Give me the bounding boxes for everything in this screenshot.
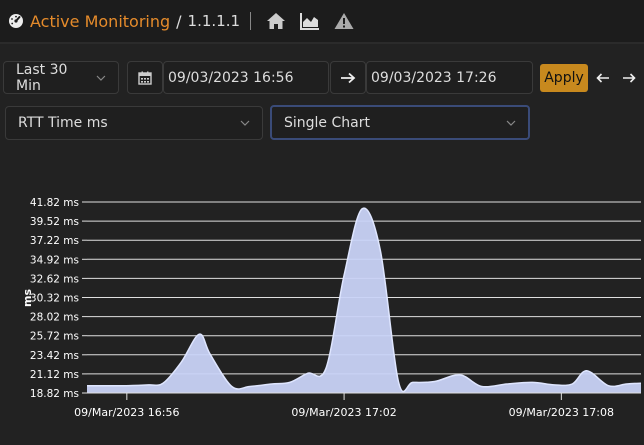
- chart-mode-select[interactable]: Single Chart: [270, 105, 530, 140]
- calendar-icon: [138, 71, 152, 85]
- home-icon[interactable]: [265, 10, 287, 32]
- arrow-right-icon: [341, 72, 356, 83]
- breadcrumb-separator: /: [176, 11, 182, 31]
- arrow-right-icon: [623, 73, 636, 83]
- x-tick-label: 09/Mar/2023 17:02: [291, 406, 396, 419]
- app-header: Active Monitoring / 1.1.1.1: [0, 0, 644, 44]
- y-tick-label: 32.62 ms: [30, 273, 79, 285]
- x-tick-label: 09/Mar/2023 17:08: [509, 406, 614, 419]
- y-tick-label: 28.02 ms: [30, 312, 79, 324]
- range-arrow-button: [330, 61, 366, 94]
- header-divider: [250, 12, 252, 30]
- page: Active Monitoring / 1.1.1.1 Last 30 Min: [0, 0, 644, 445]
- y-tick-label: 37.22 ms: [30, 235, 79, 247]
- host-label: 1.1.1.1: [187, 12, 241, 30]
- next-range-button[interactable]: [620, 68, 638, 88]
- metric-select[interactable]: RTT Time ms: [5, 106, 263, 140]
- chart-mode-value: Single Chart: [284, 114, 370, 131]
- chevron-down-icon: [96, 75, 106, 81]
- y-tick-label: 18.82 ms: [30, 388, 79, 400]
- y-tick-label: 23.42 ms: [30, 350, 79, 362]
- y-tick-label: 39.52 ms: [30, 216, 79, 228]
- start-date-input[interactable]: 09/03/2023 16:56: [163, 61, 329, 94]
- rtt-series-line: [87, 207, 642, 393]
- y-tick-label: 41.82 ms: [30, 197, 79, 209]
- chevron-down-icon: [506, 120, 516, 126]
- y-tick-label: 25.72 ms: [30, 331, 79, 343]
- warning-icon[interactable]: [333, 10, 355, 32]
- x-tick-label: 09/Mar/2023 16:56: [74, 406, 179, 419]
- app-title[interactable]: Active Monitoring: [30, 12, 170, 31]
- time-range-value: Last 30 Min: [16, 61, 68, 94]
- chevron-down-icon: [240, 120, 250, 126]
- rtt-series-area: [87, 208, 641, 393]
- previous-range-button[interactable]: [594, 68, 612, 88]
- apply-button[interactable]: Apply: [540, 64, 588, 92]
- metric-value: RTT Time ms: [18, 115, 108, 131]
- y-tick-label: 21.12 ms: [30, 369, 79, 381]
- gauge-icon: [9, 14, 23, 28]
- calendar-button[interactable]: [127, 61, 163, 94]
- area-chart-icon[interactable]: [299, 10, 321, 32]
- time-range-select[interactable]: Last 30 Min: [3, 61, 119, 94]
- arrow-left-icon: [596, 73, 609, 83]
- end-date-input[interactable]: 09/03/2023 17:26: [366, 61, 533, 94]
- y-axis-label: ms: [21, 289, 34, 307]
- y-tick-label: 34.92 ms: [30, 254, 79, 266]
- y-tick-label: 30.32 ms: [30, 293, 79, 305]
